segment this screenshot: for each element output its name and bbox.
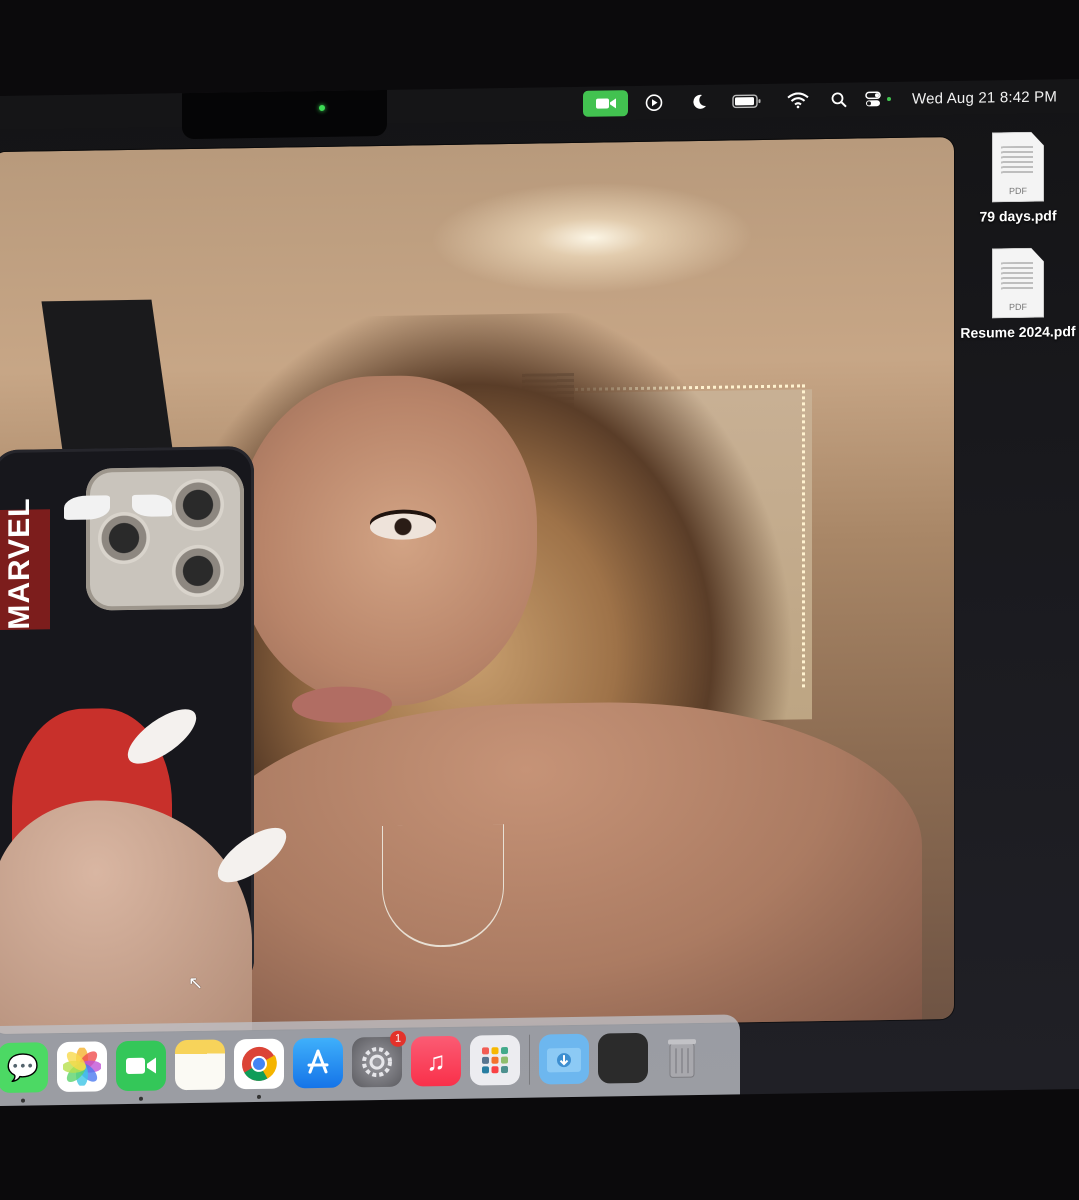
phone-case-sticker: MARVEL <box>0 497 50 631</box>
facetime-icon <box>126 1057 156 1074</box>
trash-icon <box>668 1039 696 1078</box>
dock-app-launchpad[interactable] <box>470 1034 520 1086</box>
dock-app-system-settings[interactable]: 1 <box>352 1030 406 1088</box>
camera-indicator-light <box>319 104 325 111</box>
desktop-file-resume-2024[interactable]: PDF Resume 2024.pdf <box>958 247 1078 341</box>
mouse-cursor: ↖ <box>188 972 204 994</box>
wifi-icon[interactable] <box>784 89 812 111</box>
dock-app-messages[interactable]: 💬 <box>0 1042 48 1103</box>
menu-bar-clock[interactable]: Wed Aug 21 8:42 PM <box>912 85 1072 110</box>
dock-app-photos[interactable] <box>57 1041 107 1093</box>
dock-app-music[interactable]: ♫ <box>411 1035 461 1087</box>
phone-camera-module <box>86 466 244 611</box>
desktop-file-label: Resume 2024.pdf <box>960 323 1076 341</box>
pdf-file-icon: PDF <box>992 132 1044 203</box>
dock-app-app-store[interactable] <box>293 1037 343 1089</box>
facetime-video-window[interactable]: MARVEL <box>0 137 954 1035</box>
photos-icon <box>63 1047 101 1087</box>
dock-trash[interactable] <box>657 1032 707 1083</box>
dock-app-notes[interactable] <box>175 1039 225 1091</box>
pdf-file-icon: PDF <box>992 248 1044 319</box>
battery-icon[interactable] <box>730 90 764 113</box>
camera-notch <box>182 89 387 140</box>
messages-icon: 💬 <box>6 1051 40 1083</box>
running-indicator <box>21 1098 25 1103</box>
dock-downloads-folder[interactable] <box>539 1033 589 1085</box>
notification-badge: 1 <box>390 1030 406 1047</box>
app-store-icon <box>307 1049 329 1074</box>
downloads-folder-icon <box>547 1047 581 1073</box>
running-indicator <box>257 1094 261 1099</box>
necklace <box>382 824 504 948</box>
now-playing-icon[interactable] <box>641 92 667 114</box>
control-center-icon[interactable] <box>863 88 895 111</box>
desktop-file-label: 79 days.pdf <box>979 207 1057 225</box>
dock-separator <box>529 1034 530 1085</box>
dock-recent-window[interactable] <box>598 1032 648 1084</box>
launchpad-icon <box>482 1047 508 1074</box>
running-indicator <box>139 1096 143 1101</box>
focus-moon-icon[interactable] <box>686 91 712 113</box>
menu-bar: Wed Aug 21 8:42 PM <box>0 79 1079 130</box>
chrome-icon <box>242 1046 277 1081</box>
dock-app-facetime[interactable] <box>116 1040 166 1101</box>
settings-gear-icon <box>362 1047 392 1078</box>
person-face <box>237 373 537 709</box>
person-body <box>202 697 922 1035</box>
spiderman-eye-right <box>132 494 172 517</box>
dock: 💬 1 ♫ <box>0 1014 740 1107</box>
desktop-file-79-days[interactable]: PDF 79 days.pdf <box>958 131 1078 225</box>
dock-app-chrome[interactable] <box>234 1038 284 1099</box>
spotlight-search-icon[interactable] <box>828 89 850 111</box>
facetime-video-icon[interactable] <box>583 90 628 117</box>
music-icon: ♫ <box>426 1045 446 1076</box>
laptop-screen: Wed Aug 21 8:42 PM PDF 79 days.pdf PDF R… <box>0 79 1079 1107</box>
